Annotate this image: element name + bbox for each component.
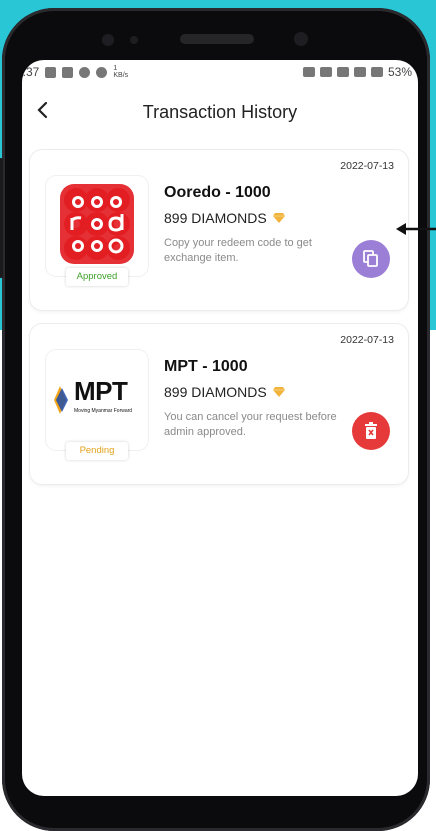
cancel-request-button[interactable]: [352, 412, 390, 450]
phone-camera: [294, 32, 308, 46]
transaction-date: 2022-07-13: [340, 160, 394, 172]
data-saver-icon: [96, 66, 108, 78]
ooredo-logo-box: Approved: [46, 176, 148, 286]
status-bar: 5:37 1 KB/s 53%: [22, 60, 418, 84]
amount-text: 899 DIAMONDS: [164, 210, 267, 226]
ooredo-logo: [60, 184, 134, 264]
status-badge-approved: Approved: [66, 268, 128, 286]
speed-value: 1: [113, 65, 118, 72]
signal-icon-2: [370, 67, 383, 77]
status-bar-right: 53%: [302, 65, 412, 79]
app-screen: 5:37 1 KB/s 53%: [22, 60, 418, 796]
transaction-date: 2022-07-13: [340, 334, 394, 346]
status-time: 5:37: [22, 65, 40, 79]
transaction-description: Copy your redeem code to get exchange it…: [164, 237, 312, 264]
transaction-card-ooredo[interactable]: 2022-07-13 Approved Ooredo - 1000 899 DI…: [30, 150, 408, 310]
alarm-icon: [319, 67, 332, 77]
phone-frame: 5:37 1 KB/s 53%: [0, 8, 430, 831]
phone-sensor-2: [130, 36, 138, 44]
battery-level: 53%: [387, 65, 412, 79]
wifi-icon: [336, 67, 349, 77]
mpt-logo-tagline: Moving Myanmar Forward: [74, 408, 133, 414]
speed-unit: KB/s: [113, 72, 129, 79]
phone-speaker: [180, 34, 254, 44]
mpt-logo-box: MPT Moving Myanmar Forward Pending: [46, 350, 148, 460]
phone-side-button: [0, 158, 3, 278]
page-title: Transaction History: [142, 102, 298, 122]
mpt-logo-text: MPT: [74, 376, 128, 406]
trash-icon: [365, 422, 377, 439]
amount-text: 899 DIAMONDS: [164, 384, 267, 400]
box-icon: [45, 66, 57, 78]
app-bar: Transaction History: [22, 94, 418, 134]
transaction-description: You can cancel your request before admin…: [164, 411, 337, 438]
image-icon: [62, 66, 74, 78]
status-bar-left: 5:37 1 KB/s: [22, 65, 128, 79]
vowifi-icon: [302, 67, 315, 77]
diamond-icon: [272, 387, 285, 397]
transaction-name: Ooredo - 1000: [164, 184, 271, 201]
app-icon: [79, 66, 91, 78]
phone-sensor-1: [102, 34, 114, 46]
transaction-name: MPT - 1000: [164, 358, 248, 375]
network-speed: 1 KB/s: [113, 65, 128, 79]
pointer-arrow-icon: [396, 223, 436, 235]
copy-icon: [363, 250, 378, 267]
signal-icon: [353, 67, 366, 77]
transaction-amount: 899 DIAMONDS: [164, 210, 285, 226]
status-badge-pending: Pending: [66, 442, 128, 460]
diamond-icon: [272, 213, 285, 223]
copy-code-button[interactable]: [352, 240, 390, 278]
transaction-amount: 899 DIAMONDS: [164, 384, 285, 400]
transaction-card-mpt[interactable]: 2022-07-13 MPT Moving Myanmar Forward Pe…: [30, 324, 408, 484]
